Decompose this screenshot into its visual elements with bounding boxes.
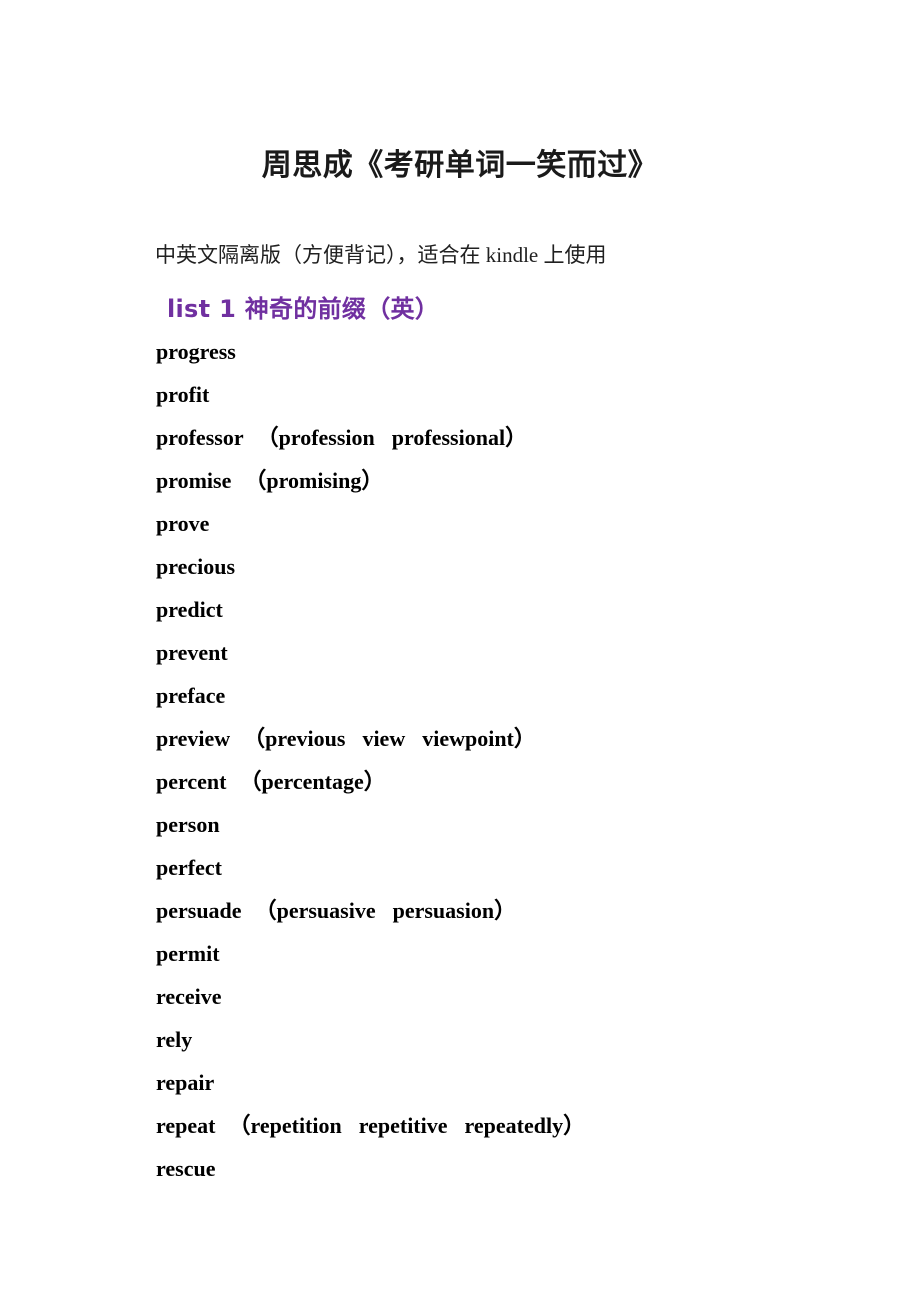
related-words-group: （profession professional）	[257, 425, 527, 450]
related-word: professional	[391, 425, 506, 450]
related-words-group: （previous view viewpoint）	[243, 726, 536, 751]
related-word: repeatedly	[464, 1113, 564, 1138]
headword: professor	[156, 425, 244, 450]
open-paren: （	[244, 468, 267, 493]
headword: rely	[156, 1027, 193, 1052]
related-words-group: （persuasive persuasion）	[255, 898, 517, 923]
word-list-item: persuade （persuasive persuasion）	[156, 889, 876, 932]
headword: profit	[156, 382, 210, 407]
word-list-item: prove	[156, 502, 876, 545]
close-paren: ）	[513, 726, 536, 751]
word-list-item: prevent	[156, 631, 876, 674]
related-words-group: （promising）	[244, 468, 383, 493]
related-word: persuasion	[392, 898, 495, 923]
word-list-item: professor （profession professional）	[156, 416, 876, 459]
related-word: view	[362, 726, 406, 751]
related-words-group: （percentage）	[239, 769, 385, 794]
word-list-item: rescue	[156, 1147, 876, 1190]
related-words-group: （repetition repetitive repeatedly）	[228, 1113, 585, 1138]
headword: receive	[156, 984, 222, 1009]
word-list-item: repair	[156, 1061, 876, 1104]
headword: precious	[156, 554, 236, 579]
headword: progress	[156, 339, 236, 364]
related-word: profession	[278, 425, 375, 450]
word-list-item: receive	[156, 975, 876, 1018]
headword: repeat	[156, 1113, 216, 1138]
open-paren: （	[256, 425, 279, 450]
word-list-item: promise （promising）	[156, 459, 876, 502]
close-paren: ）	[494, 898, 517, 923]
close-paren: ）	[361, 468, 384, 493]
related-word: persuasive	[276, 898, 376, 923]
close-paren: ）	[363, 769, 386, 794]
word-list-item: preface	[156, 674, 876, 717]
headword: perfect	[156, 855, 222, 880]
related-word: repetition	[250, 1113, 342, 1138]
headword: promise	[156, 468, 232, 493]
word-list-item: repeat （repetition repetitive repeatedly）	[156, 1104, 876, 1147]
related-word: viewpoint	[422, 726, 514, 751]
word-list-item: person	[156, 803, 876, 846]
word-list-item: permit	[156, 932, 876, 975]
word-list-item: percent （percentage）	[156, 760, 876, 803]
word-list-item: predict	[156, 588, 876, 631]
document-page: 周思成《考研单词一笑而过》 中英文隔离版（方便背记），适合在 kindle 上使…	[0, 0, 920, 1302]
open-paren: （	[228, 1113, 251, 1138]
headword: permit	[156, 941, 220, 966]
related-word: repetitive	[358, 1113, 448, 1138]
related-word: percentage	[261, 769, 364, 794]
word-list: progress profit professor （profession profes…	[156, 330, 876, 1190]
section-heading-list-1: list 1 神奇的前缀（英）	[167, 294, 440, 323]
related-word: previous	[265, 726, 346, 751]
word-list-item: profit	[156, 373, 876, 416]
page-title: 周思成《考研单词一笑而过》	[261, 148, 659, 184]
word-list-item: progress	[156, 330, 876, 373]
close-paren: ）	[563, 1113, 586, 1138]
headword: percent	[156, 769, 227, 794]
headword: prevent	[156, 640, 228, 665]
word-list-item: perfect	[156, 846, 876, 889]
open-paren: （	[239, 769, 262, 794]
close-paren: ）	[505, 425, 528, 450]
subtitle-note: 中英文隔离版（方便背记），适合在 kindle 上使用	[155, 243, 607, 267]
word-list-item: rely	[156, 1018, 876, 1061]
headword: predict	[156, 597, 223, 622]
headword: person	[156, 812, 220, 837]
headword: preview	[156, 726, 231, 751]
headword: prove	[156, 511, 210, 536]
word-list-item: preview （previous view viewpoint）	[156, 717, 876, 760]
open-paren: （	[243, 726, 266, 751]
open-paren: （	[254, 898, 277, 923]
word-list-item: precious	[156, 545, 876, 588]
headword: repair	[156, 1070, 215, 1095]
headword: persuade	[156, 898, 242, 923]
headword: rescue	[156, 1156, 216, 1181]
related-word: promising	[266, 468, 362, 493]
headword: preface	[156, 683, 226, 708]
